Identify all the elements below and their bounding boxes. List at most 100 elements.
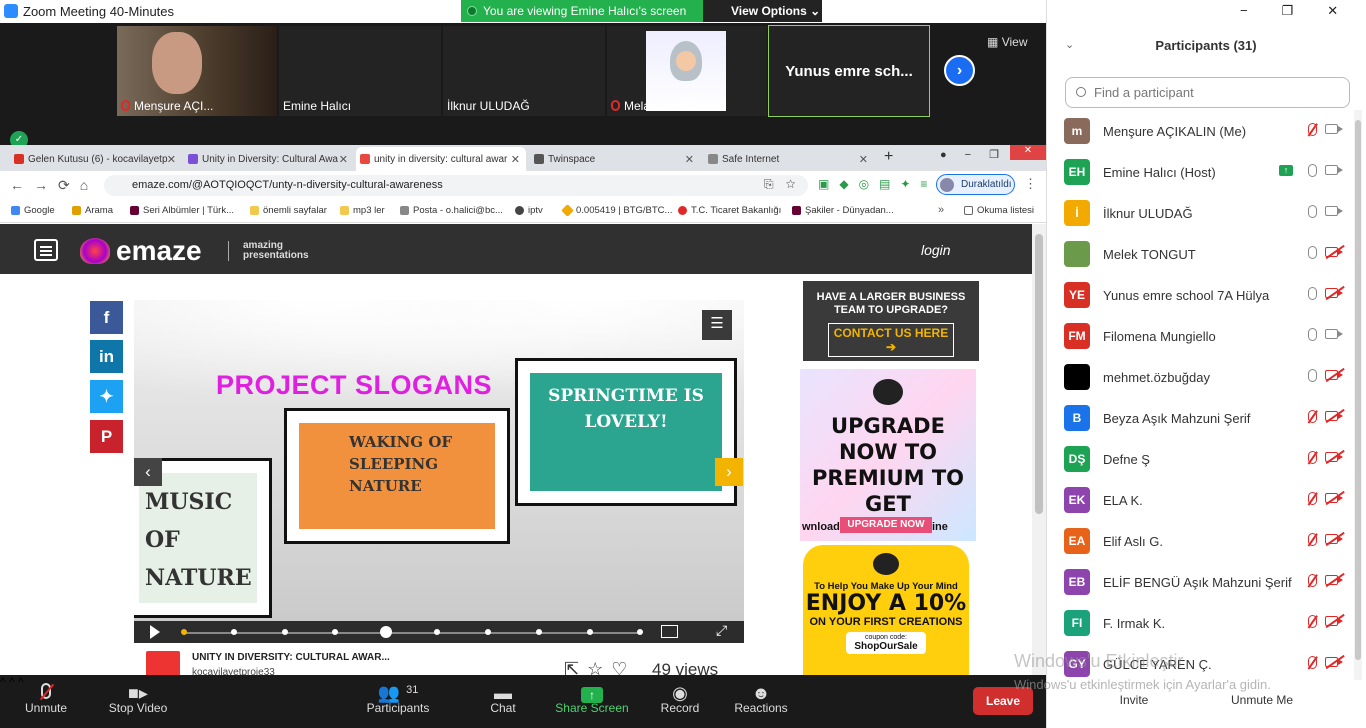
participant-row[interactable]: EK ELA K. (1064, 487, 1349, 528)
bookmark[interactable]: Seri Albümler | Türk... (130, 205, 234, 216)
emaze-logo[interactable]: emaze (80, 235, 202, 267)
slide-menu-icon[interactable]: ☰ (702, 310, 732, 340)
mic-muted-icon[interactable] (1308, 451, 1317, 464)
mic-icon[interactable] (1308, 369, 1317, 382)
twitter-icon[interactable]: ✦ (90, 380, 123, 413)
reactions-button[interactable]: ☻ Reactions (732, 675, 790, 728)
participant-row[interactable]: YE Yunus emre school 7A Hülya (1064, 282, 1349, 323)
share-like-icons[interactable]: ⇱☆♡ (564, 659, 635, 675)
share-screen-button[interactable]: ↑ Share Screen (554, 675, 630, 728)
browser-tab[interactable]: Safe Internet ✕ (704, 147, 874, 171)
page-action-icons[interactable]: ⎘☆ (764, 177, 807, 192)
participant-row[interactable]: EH Emine Halıcı (Host) ↑ (1064, 159, 1349, 200)
play-icon[interactable] (150, 625, 160, 639)
bookmark[interactable]: iptv (515, 205, 543, 216)
progress-dot[interactable] (332, 629, 338, 635)
linkedin-icon[interactable]: in (90, 340, 123, 373)
video-thumb-ilknur[interactable]: İlknur ULUDAĞ (443, 26, 605, 116)
unmute-me-button[interactable]: Unmute Me (1224, 693, 1300, 707)
browser-tab[interactable]: Twinspace ✕ (530, 147, 700, 171)
chat-button[interactable]: ▬ Chat (484, 675, 522, 728)
video-off-icon[interactable] (1325, 493, 1343, 503)
participant-row[interactable]: mehmet.özbuğday (1064, 364, 1349, 405)
fullscreen-icon[interactable]: ⤢ (716, 622, 727, 639)
bookmark[interactable]: Google (11, 205, 55, 216)
progress-dot[interactable] (587, 629, 593, 635)
progress-knob[interactable] (380, 626, 392, 638)
browser-tab-active[interactable]: unity in diversity: cultural awar ✕ (356, 147, 526, 171)
video-off-icon[interactable] (1325, 657, 1343, 667)
bookmark[interactable]: T.C. Ticaret Bakanlığı (678, 205, 781, 216)
video-off-icon[interactable] (1325, 411, 1343, 421)
mic-icon[interactable] (1308, 246, 1317, 259)
panel-scrollbar[interactable] (1354, 110, 1362, 680)
hamburger-menu-icon[interactable] (34, 239, 58, 261)
view-button[interactable]: ▦ View (987, 35, 1027, 49)
facebook-icon[interactable]: f (90, 301, 123, 334)
upgrade-now-button[interactable]: UPGRADE NOW (840, 517, 932, 533)
progress-dot[interactable] (231, 629, 237, 635)
mic-icon[interactable] (1308, 328, 1317, 341)
video-camera-icon[interactable] (1325, 165, 1343, 175)
stop-video-button[interactable]: ■▸ Stop Video (104, 675, 172, 728)
progress-dot[interactable] (485, 629, 491, 635)
participant-row[interactable]: B Beyza Aşık Mahzuni Şerif (1064, 405, 1349, 446)
video-camera-icon[interactable] (1325, 206, 1343, 216)
participant-search-input[interactable]: Find a participant (1065, 77, 1350, 108)
bookmark[interactable]: 0.005419 | BTG/BTC... (561, 204, 672, 217)
video-options-icon[interactable]: ^ (9, 675, 15, 689)
bookmark[interactable]: Şakiler - Dünyadan... (792, 205, 894, 216)
unmute-button[interactable]: Unmute (18, 675, 74, 728)
mic-muted-icon[interactable] (1308, 533, 1317, 546)
ad-coupon[interactable]: To Help You Make Up Your Mind ENJOY A 10… (803, 545, 969, 675)
next-slide-icon[interactable]: › (715, 458, 743, 486)
progress-dot[interactable] (282, 629, 288, 635)
mic-icon[interactable] (1308, 164, 1317, 177)
bookmark[interactable]: önemli sayfalar (250, 205, 327, 216)
url-field[interactable]: emaze.com/@AOTQIOQCT/unty-n-diversity-cu… (104, 175, 808, 196)
bookmark[interactable]: Arama (72, 205, 113, 216)
close-tab-icon[interactable]: ✕ (685, 153, 694, 166)
page-scrollbar[interactable] (1032, 224, 1046, 675)
participants-button[interactable]: 👥 31 Participants (364, 675, 432, 728)
invite-button[interactable]: Invite (1112, 693, 1156, 707)
video-thumb-melahat[interactable]: Melahat Yıldı... (607, 26, 767, 116)
mic-icon[interactable] (1308, 287, 1317, 300)
participant-row[interactable]: FI F. Irmak K. (1064, 610, 1349, 651)
video-thumb-emine[interactable]: Emine Halıcı (279, 26, 441, 116)
video-off-icon[interactable] (1325, 370, 1343, 380)
close-tab-icon[interactable]: ✕ (511, 153, 520, 166)
video-off-icon[interactable] (1325, 247, 1343, 257)
bookmark[interactable]: Posta - o.halici@bc... (400, 205, 503, 216)
participant-row[interactable]: EA Elif Aslı G. (1064, 528, 1349, 569)
bookmark[interactable]: Okuma listesi (964, 205, 1034, 216)
progress-track[interactable] (182, 632, 642, 634)
browser-tab[interactable]: Unity in Diversity: Cultural Awa ✕ (184, 147, 354, 171)
mic-muted-icon[interactable] (1308, 492, 1317, 505)
participant-row[interactable]: m Menşure AÇIKALIN (Me) (1064, 118, 1349, 159)
login-link[interactable]: login (921, 242, 951, 258)
progress-dot[interactable] (181, 629, 187, 635)
mic-muted-icon[interactable] (1308, 410, 1317, 423)
video-off-icon[interactable] (1325, 616, 1343, 626)
browser-tab[interactable]: Gelen Kutusu (6) - kocavilayetp ✕ (10, 147, 182, 171)
slogan-frame-waking[interactable]: WAKING OF SLEEPING NATURE (284, 408, 510, 544)
video-off-icon[interactable] (1325, 575, 1343, 585)
new-tab-icon[interactable]: + (884, 148, 893, 166)
presentation-author[interactable]: kocavilayetproje33 (192, 667, 275, 675)
mic-icon[interactable] (1308, 205, 1317, 218)
nav-buttons[interactable]: ←→⟳⌂ (10, 177, 98, 194)
more-bookmarks-icon[interactable]: » (938, 204, 944, 216)
mic-muted-icon[interactable] (1308, 615, 1317, 628)
video-thumb-yunus[interactable]: Yunus emre sch... (768, 25, 930, 117)
previous-slide-icon[interactable]: ‹ (134, 458, 162, 486)
video-off-icon[interactable] (1325, 288, 1343, 298)
video-thumb-mensure[interactable]: Menşure AÇI... (117, 26, 277, 116)
author-avatar[interactable] (146, 651, 180, 675)
progress-dot[interactable] (536, 629, 542, 635)
slides-view-icon[interactable] (661, 625, 678, 638)
participant-row[interactable]: DŞ Defne Ş (1064, 446, 1349, 487)
close-window-icon[interactable]: ✕ (1010, 145, 1046, 160)
close-tab-icon[interactable]: ✕ (859, 153, 868, 166)
progress-dot[interactable] (637, 629, 643, 635)
